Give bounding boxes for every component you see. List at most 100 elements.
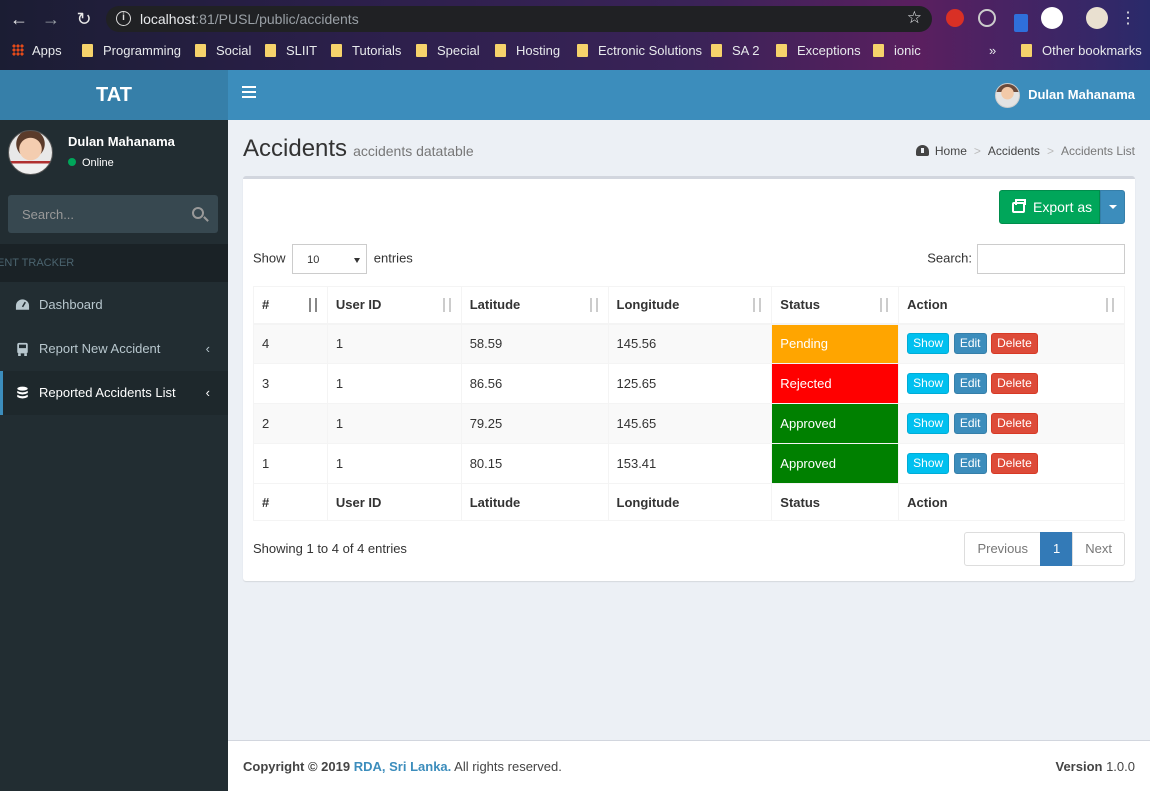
pagination-page-1[interactable]: 1 [1040, 532, 1074, 566]
col-header-longitude[interactable]: Longitude [607, 286, 773, 325]
edit-button[interactable]: Edit [953, 453, 987, 474]
delete-button[interactable]: Delete [991, 453, 1038, 474]
content: Accidents accidents datatable Home > Accide… [228, 120, 1150, 740]
cell-latitude: 80.15 [460, 443, 609, 484]
col-footer-latitude: Latitude [460, 483, 609, 521]
entries-length-select[interactable]: 10 [292, 244, 368, 274]
sidebar-item-dashboard[interactable]: Dashboard [0, 283, 228, 327]
bookmark-exceptions[interactable]: Exceptions [776, 43, 861, 58]
sidebar-item-report-new-accident[interactable]: Report New Accident ‹ [0, 327, 228, 371]
bookmark-programming[interactable]: Programming [82, 43, 181, 58]
folder-icon [711, 44, 722, 57]
col-header-status[interactable]: Status [771, 286, 900, 325]
bookmark-social[interactable]: Social [195, 43, 251, 58]
col-header-user-id[interactable]: User ID [326, 286, 462, 325]
delete-button[interactable]: Delete [991, 333, 1038, 355]
col-footer-id: # [253, 483, 328, 521]
status-badge: Approved [771, 403, 900, 444]
export-button-group: Export as [999, 190, 1125, 224]
bookmark-special[interactable]: Special [416, 43, 480, 58]
cell-id: 2 [253, 403, 328, 444]
bookmark-ectronic-solutions[interactable]: Ectronic Solutions [577, 43, 702, 58]
cell-id: 1 [253, 443, 328, 484]
cell-latitude: 79.25 [460, 403, 609, 444]
edit-button[interactable]: Edit [953, 373, 987, 394]
chevron-left-icon: ‹ [205, 385, 210, 400]
datatable-box: Export as Show 10 entries Search: # User… [243, 176, 1135, 581]
bookmark-hosting[interactable]: Hosting [495, 43, 560, 58]
sidebar-search-input[interactable] [8, 195, 183, 233]
cell-actions: Show Edit Delete [898, 403, 1125, 444]
edit-button[interactable]: Edit [953, 333, 987, 355]
col-header-id[interactable]: # [253, 286, 328, 325]
delete-button[interactable]: Delete [991, 373, 1038, 394]
bookmark-other[interactable]: Other bookmarks [1021, 43, 1142, 58]
adblock-extension-icon[interactable] [946, 9, 964, 27]
folder-icon [82, 44, 93, 57]
sort-icon [588, 298, 600, 312]
sort-icon [1104, 298, 1116, 312]
table-row: 1 1 80.15 153.41 Approved Show Edit Delete [253, 443, 1125, 484]
show-button[interactable]: Show [907, 413, 950, 434]
pagination-next[interactable]: Next [1072, 532, 1125, 566]
react-extension-icon[interactable] [978, 9, 996, 27]
avatar [8, 130, 53, 175]
sort-desc-icon [307, 298, 319, 312]
bookmark-star-icon[interactable]: ☆ [907, 8, 922, 28]
bookmark-sliit[interactable]: SLIIT [265, 43, 317, 58]
cell-longitude: 153.41 [607, 443, 773, 484]
database-icon [17, 386, 28, 399]
delete-button[interactable]: Delete [991, 413, 1038, 434]
pagination: Previous 1 Next [964, 532, 1125, 566]
picker-extension-icon[interactable] [1014, 14, 1028, 32]
app-logo[interactable]: TAT [0, 70, 228, 120]
table-row: 4 1 58.59 145.56 Pending Show Edit Delete [253, 323, 1125, 364]
menu-kebab-icon[interactable]: ⋮ [1117, 8, 1139, 30]
bookmark-tutorials[interactable]: Tutorials [331, 43, 401, 58]
sidebar-toggle-icon[interactable] [242, 86, 256, 98]
breadcrumb-accidents[interactable]: Accidents [988, 144, 1040, 158]
col-header-action[interactable]: Action [898, 286, 1125, 325]
show-button[interactable]: Show [907, 373, 950, 394]
accidents-table: # User ID Latitude Longitude Status Acti… [253, 286, 1125, 521]
back-arrow-icon[interactable]: ← [8, 8, 30, 30]
table-footer-row: # User ID Latitude Longitude Status Acti… [253, 483, 1125, 521]
forward-arrow-icon[interactable]: → [40, 8, 62, 30]
table-search-input[interactable] [977, 244, 1125, 274]
show-button[interactable]: Show [907, 333, 950, 355]
bookmark-apps[interactable]: Apps [12, 43, 62, 58]
pagination-previous[interactable]: Previous [964, 532, 1042, 566]
bookmark-ionic[interactable]: ionic [873, 43, 921, 58]
bookmarks-overflow[interactable]: » [989, 43, 996, 58]
folder-icon [1021, 44, 1032, 57]
export-dropdown-toggle[interactable] [1100, 190, 1125, 224]
search-icon[interactable] [192, 207, 204, 219]
export-button[interactable]: Export as [999, 190, 1100, 224]
home-icon [915, 145, 929, 156]
cell-latitude: 58.59 [460, 323, 609, 364]
earth-extension-icon[interactable] [1041, 7, 1063, 29]
user-menu[interactable]: Dulan Mahanama [995, 82, 1135, 109]
breadcrumb-home[interactable]: Home [915, 144, 967, 158]
address-bar[interactable]: i localhost:81/PUSL/public/accidents ☆ [106, 6, 932, 32]
show-button[interactable]: Show [907, 453, 950, 474]
col-header-latitude[interactable]: Latitude [460, 286, 609, 325]
footer-org-link[interactable]: RDA, Sri Lanka. [354, 759, 452, 774]
profile-avatar-icon[interactable] [1086, 7, 1108, 29]
printer-icon [1012, 199, 1026, 213]
cell-user-id: 1 [326, 403, 462, 444]
page-subtitle: accidents datatable [353, 143, 474, 159]
sort-icon [751, 298, 763, 312]
sidebar-search [8, 195, 218, 233]
folder-icon [873, 44, 884, 57]
page-title: Accidents accidents datatable [243, 135, 474, 162]
user-name: Dulan Mahanama [68, 134, 175, 149]
reload-icon[interactable]: ↻ [73, 8, 95, 30]
bookmark-sa2[interactable]: SA 2 [711, 43, 759, 58]
sidebar-item-reported-accidents-list[interactable]: Reported Accidents List ‹ [0, 371, 228, 415]
folder-icon [776, 44, 787, 57]
info-icon[interactable]: i [116, 11, 131, 26]
cell-longitude: 145.56 [607, 323, 773, 364]
cell-actions: Show Edit Delete [898, 443, 1125, 484]
edit-button[interactable]: Edit [953, 413, 987, 434]
